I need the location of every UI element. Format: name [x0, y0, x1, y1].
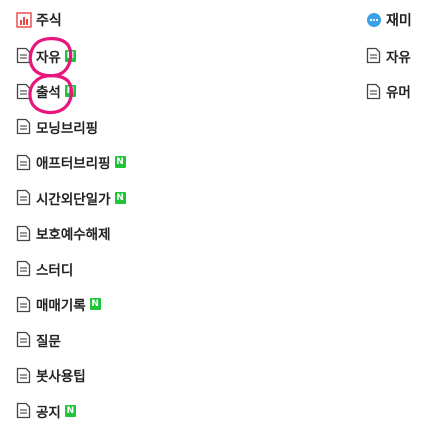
board-item-label: 봇사용팁: [36, 369, 86, 386]
fun-section-title: 재미: [386, 13, 412, 29]
new-badge: N: [114, 156, 126, 169]
board-item-free[interactable]: 자유 N: [16, 38, 216, 74]
new-badge: N: [64, 85, 76, 98]
fun-board-list: 자유 유머: [366, 38, 436, 109]
board-item-label: 자유: [386, 49, 411, 66]
document-icon: [366, 83, 381, 100]
stock-section: 주식 자유 N 출석 N 모닝브리핑 애프터브리핑 N 시간외단일가 N 보호예…: [16, 10, 216, 429]
document-icon: [16, 367, 31, 384]
board-item-humor[interactable]: 유머: [366, 74, 436, 110]
board-item-bot-tips[interactable]: 봇사용팁: [16, 358, 216, 394]
board-item-label: 질문: [36, 333, 61, 350]
document-icon: [16, 225, 31, 242]
document-icon: [16, 47, 31, 64]
board-item-label: 공지: [36, 404, 61, 421]
board-item-label: 유머: [386, 85, 411, 102]
board-item-free[interactable]: 자유: [366, 38, 436, 74]
document-icon: [16, 296, 31, 313]
board-item-label: 스터디: [36, 262, 74, 279]
document-icon: [16, 189, 31, 206]
board-item-attendance[interactable]: 출석 N: [16, 74, 216, 110]
document-icon: [16, 154, 31, 171]
board-item-label: 모닝브리핑: [36, 120, 99, 137]
stock-section-header[interactable]: 주식: [16, 10, 216, 30]
document-icon: [16, 83, 31, 100]
document-icon: [366, 47, 381, 64]
fun-section-header[interactable]: 재미: [366, 10, 436, 30]
stock-board-list: 자유 N 출석 N 모닝브리핑 애프터브리핑 N 시간외단일가 N 보호예수해제: [16, 38, 216, 429]
new-badge: N: [114, 191, 126, 204]
board-item-after-briefing[interactable]: 애프터브리핑 N: [16, 145, 216, 181]
board-item-label: 자유: [36, 49, 61, 66]
board-item-label: 매매기록: [36, 298, 86, 315]
board-item-label: 보호예수해제: [36, 227, 111, 244]
board-item-trade-log[interactable]: 매매기록 N: [16, 287, 216, 323]
document-icon: [16, 118, 31, 135]
board-item-study[interactable]: 스터디: [16, 251, 216, 287]
document-icon: [16, 331, 31, 348]
board-item-notice[interactable]: 공지 N: [16, 393, 216, 429]
new-badge: N: [64, 49, 76, 62]
stock-section-title: 주식: [36, 13, 62, 29]
chat-bubble-icon: [366, 12, 382, 28]
board-item-after-hours[interactable]: 시간외단일가 N: [16, 180, 216, 216]
board-item-label: 출석: [36, 85, 61, 102]
document-icon: [16, 402, 31, 419]
board-item-lockup-release[interactable]: 보호예수해제: [16, 216, 216, 252]
board-item-label: 시간외단일가: [36, 191, 111, 208]
board-item-questions[interactable]: 질문: [16, 322, 216, 358]
fun-section: 재미 자유 유머: [366, 10, 436, 109]
board-item-label: 애프터브리핑: [36, 156, 111, 173]
document-icon: [16, 260, 31, 277]
new-badge: N: [64, 404, 76, 417]
board-item-morning-briefing[interactable]: 모닝브리핑: [16, 109, 216, 145]
new-badge: N: [89, 298, 101, 311]
stock-chart-icon: [16, 12, 32, 28]
